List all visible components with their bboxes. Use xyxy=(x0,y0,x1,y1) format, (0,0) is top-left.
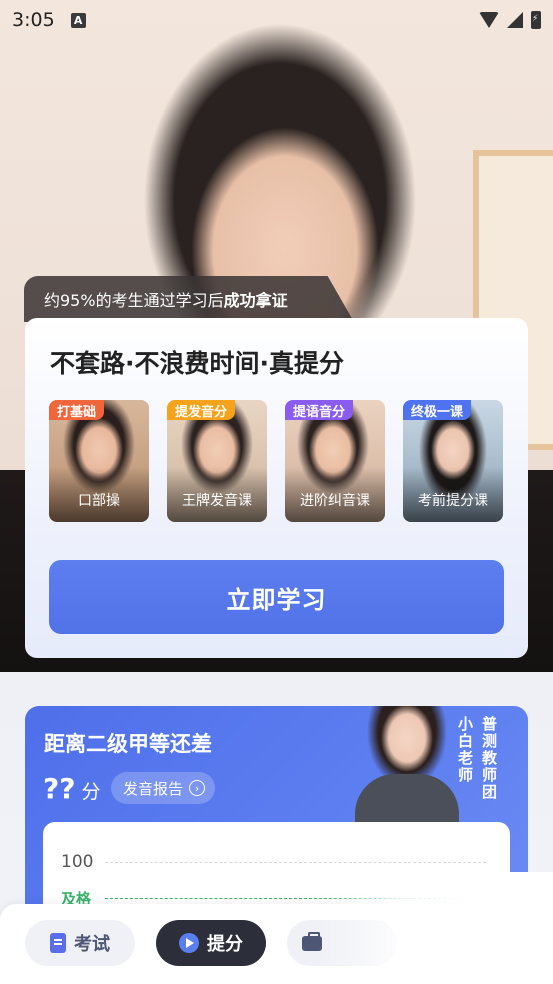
course-name: 王牌发音课 xyxy=(182,493,252,509)
notification-a-icon: A xyxy=(70,12,86,28)
score-number: ?? xyxy=(43,772,76,805)
course-name: 进阶纠音课 xyxy=(300,493,370,509)
briefcase-icon xyxy=(302,931,322,951)
report-label: 发音报告 xyxy=(123,779,184,798)
teacher-name-label: 小白老师 xyxy=(456,716,474,784)
pronunciation-report-button[interactable]: 发音报告 › xyxy=(111,772,216,804)
nav-exam-label: 考试 xyxy=(74,934,110,955)
watermark-fade xyxy=(320,872,553,984)
chart-line-100 xyxy=(105,862,486,863)
course-card-pronunciation[interactable]: 提发音分 王牌发音课 xyxy=(167,400,267,522)
score-value: ?? 分 xyxy=(43,772,101,805)
teacher-team-label: 普测教师团 xyxy=(480,716,498,801)
course-badge: 提发音分 xyxy=(167,400,236,420)
play-icon xyxy=(179,933,199,953)
pass-rate-emphasis: 成功拿证 xyxy=(223,291,288,310)
course-badge: 终极一课 xyxy=(403,400,472,420)
course-card-final[interactable]: 终极一课 考前提分课 xyxy=(403,400,503,522)
course-name: 考前提分课 xyxy=(418,493,488,509)
course-badge: 打基础 xyxy=(49,400,105,420)
course-badge: 提语音分 xyxy=(285,400,354,420)
score-unit: 分 xyxy=(81,781,101,803)
signal-icon xyxy=(507,12,523,28)
pass-rate-tab: 约95%的考生通过学习后 成功拿证 xyxy=(24,276,354,322)
course-card-correction[interactable]: 提语音分 进阶纠音课 xyxy=(285,400,385,522)
chart-tick-100: 100 xyxy=(61,852,94,872)
teacher-avatar xyxy=(337,706,475,824)
course-card-mouth-exercise[interactable]: 打基础 口部操 xyxy=(49,400,149,522)
wifi-icon xyxy=(479,12,499,28)
nav-score-button[interactable]: 提分 xyxy=(156,920,266,966)
chevron-right-icon: › xyxy=(189,780,206,796)
battery-charging-icon xyxy=(531,11,541,29)
status-icons xyxy=(479,11,541,29)
document-icon xyxy=(50,933,66,953)
nav-score-label: 提分 xyxy=(207,934,243,955)
course-list: 打基础 口部操 提发音分 王牌发音课 提语音分 进阶纠音课 终极一课 考前提分课 xyxy=(49,400,503,522)
status-bar: 3:05 A xyxy=(0,0,553,40)
nav-exam-button[interactable]: 考试 xyxy=(25,920,135,966)
pass-rate-text: 约95%的考生通过学习后 xyxy=(44,291,224,310)
score-gap-title: 距离二级甲等还差 xyxy=(44,732,212,756)
course-name: 口部操 xyxy=(78,493,120,509)
status-time: 3:05 xyxy=(12,9,55,31)
promo-title: 不套路·不浪费时间·真提分 xyxy=(50,349,344,378)
promo-card: 不套路·不浪费时间·真提分 打基础 口部操 提发音分 王牌发音课 提语音分 进阶… xyxy=(25,318,528,658)
start-learning-button[interactable]: 立即学习 xyxy=(49,560,504,634)
